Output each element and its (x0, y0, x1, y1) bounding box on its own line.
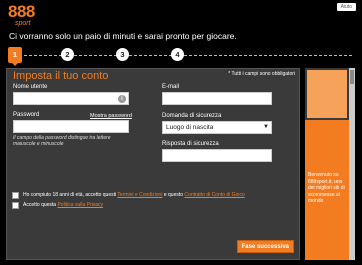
promo-text: Benvenuto su 888sport.it, uno dei miglio… (308, 172, 345, 204)
chevron-down-icon: ▼ (263, 124, 269, 130)
email-input[interactable] (162, 92, 272, 105)
privacy-text: Accetto questa Politica sulla Privacy (23, 202, 103, 209)
promo-banner[interactable]: Benvenuto su 888sport.it, uno dei miglio… (305, 68, 349, 260)
tagline: Ci vorranno solo un paio di minuti e sar… (9, 31, 237, 41)
step-3: 3 (116, 48, 129, 61)
form-title: Imposta il tuo conto (13, 70, 109, 82)
security-answer-input[interactable] (162, 149, 272, 162)
username-label: Nome utente (13, 84, 48, 90)
security-question-select[interactable]: Luogo di nascita ▼ (162, 121, 272, 134)
step-2: 2 (61, 48, 74, 61)
promo-scrollbar[interactable] (349, 68, 355, 260)
terms-middle: e questo (162, 192, 185, 198)
security-question-value: Luogo di nascita (166, 124, 214, 131)
terms-text: Ho compiuto 18 anni di età, accetto ques… (23, 192, 245, 199)
step-4: 4 (171, 48, 184, 61)
show-password-link[interactable]: Mostra password (90, 113, 132, 119)
promo-image (305, 68, 349, 120)
logo: 888 sport (8, 2, 44, 27)
terms-link[interactable]: Termini e Condizioni (117, 192, 162, 198)
contract-link[interactable]: Contratto di Conto di Gioco (184, 192, 244, 198)
next-step-button[interactable]: Fase successiva (236, 240, 294, 253)
security-answer-label: Risposta di sicurezza (162, 141, 219, 147)
required-note: * Tutti i campi sono obbligatori (228, 71, 295, 77)
privacy-link[interactable]: Politica sulla Privacy (57, 202, 103, 208)
progress-steps: 1 2 3 4 (8, 46, 354, 66)
privacy-prefix: Accetto questa (23, 202, 58, 208)
logo-number: 888 (8, 2, 35, 21)
scrollbar-thumb[interactable] (350, 70, 354, 84)
terms-prefix: Ho compiuto 18 anni di età, accetto ques… (23, 192, 118, 198)
logo-sub: sport (15, 20, 31, 27)
email-label: E-mail (162, 84, 180, 90)
password-input[interactable] (13, 120, 129, 133)
info-icon[interactable]: i (118, 95, 126, 103)
privacy-checkbox[interactable] (12, 202, 19, 209)
terms-checkbox[interactable] (12, 192, 19, 199)
registration-form: Imposta il tuo conto * Tutti i campi son… (6, 68, 300, 260)
promo-image-inner (307, 70, 347, 118)
help-button[interactable]: Aiuto (336, 3, 356, 11)
password-label: Password (13, 112, 40, 118)
password-hint: Il campo della password distingue tra le… (13, 135, 111, 147)
security-question-label: Domanda di sicurezza (162, 113, 222, 119)
step-1: 1 (8, 47, 22, 66)
username-input[interactable]: i (13, 92, 129, 105)
